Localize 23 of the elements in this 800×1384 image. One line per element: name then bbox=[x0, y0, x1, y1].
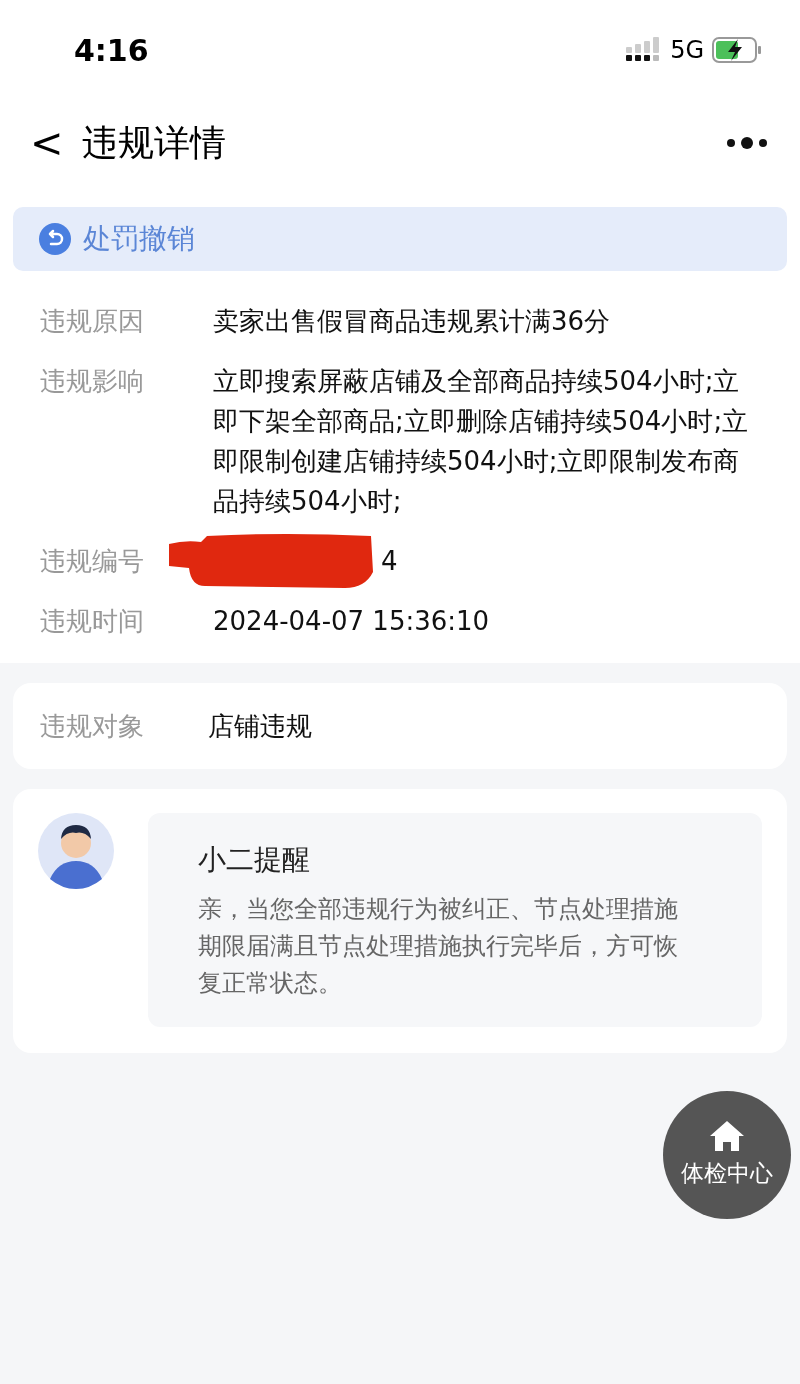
detail-value: 2024-04-07 15:36:10 bbox=[213, 605, 491, 638]
avatar-icon bbox=[38, 813, 114, 889]
status-time: 4:16 bbox=[74, 31, 149, 70]
detail-value: 立即搜索屏蔽店铺及全部商品持续504小时;立即下架全部商品;立即删除店铺持续504小时;立即限制创建店铺持续504小时;立即限制发布商品持续504小时; bbox=[213, 365, 750, 518]
target-value: 店铺违规 bbox=[208, 709, 312, 743]
back-button[interactable]: < bbox=[30, 122, 60, 163]
banner-label: 处罚撤销 bbox=[83, 221, 195, 257]
detail-label: 违规时间 bbox=[40, 605, 145, 638]
reminder-title: 小二提醒 bbox=[198, 842, 311, 878]
health-center-button[interactable]: 体检中心 bbox=[663, 1091, 791, 1219]
detail-label: 违规编号 bbox=[40, 545, 145, 578]
detail-value: 4 bbox=[381, 545, 399, 578]
reminder-text: 亲，当您全部违规行为被纠正、节点处理措施期限届满且节点处理措施执行完毕后，方可恢复正常状态。 bbox=[198, 894, 679, 999]
detail-label: 违规原因 bbox=[40, 305, 145, 338]
network-label: 5G bbox=[670, 35, 704, 66]
more-icon[interactable] bbox=[726, 136, 768, 149]
undo-icon bbox=[39, 223, 71, 255]
target-label: 违规对象 bbox=[40, 709, 145, 743]
battery-charging-icon bbox=[712, 37, 762, 63]
detail-value: 卖家出售假冒商品违规累计满36分 bbox=[213, 305, 612, 338]
page-title: 违规详情 bbox=[82, 120, 226, 165]
detail-label: 违规影响 bbox=[40, 365, 145, 398]
home-icon bbox=[709, 1119, 745, 1152]
